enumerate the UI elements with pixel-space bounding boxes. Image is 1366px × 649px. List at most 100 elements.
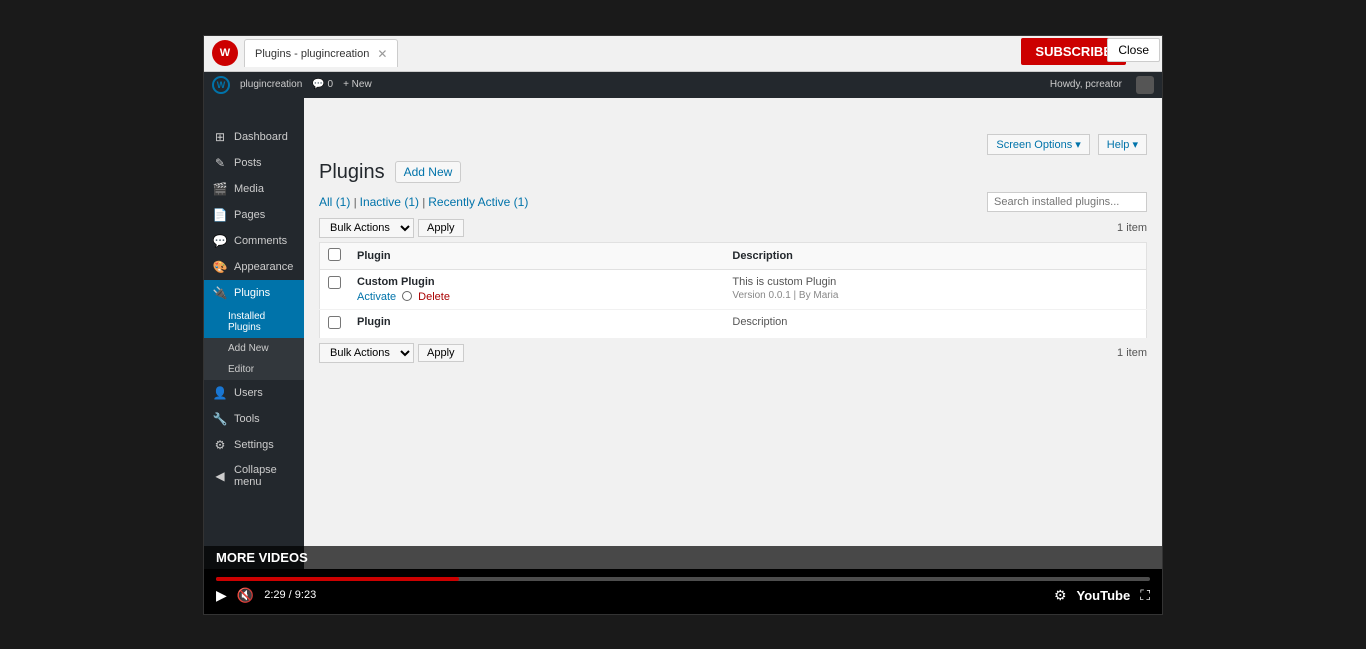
progress-bar-fill bbox=[216, 577, 459, 581]
wp-body: ⊞ Dashboard ✎ Posts 🎬 Media 📄 Pages 💬 bbox=[204, 98, 1162, 569]
page-title: Plugins bbox=[319, 161, 385, 184]
bulk-actions-select-top[interactable]: Bulk Actions bbox=[319, 218, 414, 238]
wp-comments[interactable]: 💬 0 bbox=[312, 79, 333, 90]
browser-tab-bar: W Plugins - plugincreation ✕ SUBSCRIBE C… bbox=[204, 36, 1162, 72]
row2-checkbox-cell bbox=[320, 309, 350, 338]
wp-layout: W plugincreation 💬 0 + New Howdy, pcreat… bbox=[204, 72, 1162, 569]
delete-link[interactable]: Delete bbox=[418, 291, 450, 303]
posts-icon: ✎ bbox=[212, 156, 228, 170]
sidebar-item-label: Dashboard bbox=[234, 131, 288, 143]
filter-all[interactable]: All (1) bbox=[319, 195, 354, 209]
filter-recently-active[interactable]: Recently Active (1) bbox=[428, 195, 528, 209]
sidebar-item-dashboard[interactable]: ⊞ Dashboard bbox=[204, 124, 304, 150]
plugins-header: Plugins Add New bbox=[319, 161, 1147, 184]
wp-site-name[interactable]: plugincreation bbox=[240, 79, 302, 90]
plugin-description: This is custom Plugin bbox=[732, 276, 1138, 288]
plugin2-description: Description bbox=[732, 316, 1138, 328]
submenu-editor[interactable]: Editor bbox=[204, 359, 304, 380]
browser-tab[interactable]: Plugins - plugincreation ✕ bbox=[244, 39, 398, 67]
sidebar-item-label: Comments bbox=[234, 235, 287, 247]
settings-icon: ⚙ bbox=[212, 438, 228, 452]
tab-close-icon[interactable]: ✕ bbox=[377, 47, 387, 61]
filter-inactive[interactable]: Inactive (1) bbox=[360, 195, 423, 209]
more-videos-bar: MORE VIDEOS bbox=[204, 546, 1162, 569]
sidebar-item-media[interactable]: 🎬 Media bbox=[204, 176, 304, 202]
sidebar-item-settings[interactable]: ⚙ Settings bbox=[204, 432, 304, 458]
sidebar-item-label: Posts bbox=[234, 157, 262, 169]
close-button[interactable]: Close bbox=[1107, 38, 1160, 62]
plugin-name: Custom Plugin bbox=[357, 276, 716, 288]
sidebar-item-label: Users bbox=[234, 387, 263, 399]
select-all-checkbox[interactable] bbox=[328, 248, 341, 261]
plugin-meta: Version 0.0.1 | By Maria bbox=[732, 290, 1138, 301]
apply-button-top[interactable]: Apply bbox=[418, 219, 464, 237]
row-checkbox-cell bbox=[320, 269, 350, 309]
table-row-2: Plugin Description bbox=[320, 309, 1147, 338]
progress-bar-container[interactable] bbox=[216, 577, 1150, 581]
filter-links: All (1) | Inactive (1) | Recently Active bbox=[319, 195, 528, 209]
sidebar-item-label: Pages bbox=[234, 209, 265, 221]
video-container: W Plugins - plugincreation ✕ SUBSCRIBE C… bbox=[203, 35, 1163, 615]
controls-row: ▶ 🔇 2:29 / 9:23 ⚙ YouTube ⛶ bbox=[216, 587, 1150, 604]
plugin2-name-cell: Plugin bbox=[349, 309, 724, 338]
video-controls: ▶ 🔇 2:29 / 9:23 ⚙ YouTube ⛶ bbox=[204, 569, 1162, 614]
yt-logo: W bbox=[212, 40, 238, 66]
sidebar-item-collapse[interactable]: ◀ Collapse menu bbox=[204, 458, 304, 494]
bulk-actions-select-bottom[interactable]: Bulk Actions bbox=[319, 343, 414, 363]
mute-button[interactable]: 🔇 bbox=[237, 587, 254, 604]
plugin2-name: Plugin bbox=[357, 316, 716, 328]
sidebar-item-users[interactable]: 👤 Users bbox=[204, 380, 304, 406]
plugins-submenu: Installed Plugins Add New Editor bbox=[204, 306, 304, 380]
plugins-table: Plugin Description Custom bbox=[319, 242, 1147, 339]
table-header-row: Plugin Description bbox=[320, 242, 1147, 269]
comments-icon: 💬 bbox=[212, 234, 228, 248]
plugins-page: Screen Options ▾ Help ▾ Plugins Add New … bbox=[304, 124, 1162, 569]
tab-label: Plugins - plugincreation bbox=[255, 48, 369, 60]
screen-options-button[interactable]: Screen Options ▾ bbox=[987, 134, 1089, 155]
table-header-description: Description bbox=[724, 242, 1146, 269]
cursor-indicator bbox=[402, 291, 412, 301]
plugin2-checkbox[interactable] bbox=[328, 316, 341, 329]
help-button[interactable]: Help ▾ bbox=[1098, 134, 1147, 155]
table-header-checkbox bbox=[320, 242, 350, 269]
play-button[interactable]: ▶ bbox=[216, 587, 227, 604]
screen-options-bar: Screen Options ▾ Help ▾ bbox=[319, 134, 1147, 155]
tools-icon: 🔧 bbox=[212, 412, 228, 426]
sidebar-item-comments[interactable]: 💬 Comments bbox=[204, 228, 304, 254]
submenu-installed-plugins[interactable]: Installed Plugins bbox=[204, 306, 304, 338]
table-row: Custom Plugin Activate Delete This is cu… bbox=[320, 269, 1147, 309]
wp-admin-topbar: W plugincreation 💬 0 + New Howdy, pcreat… bbox=[204, 72, 1162, 98]
submenu-add-new[interactable]: Add New bbox=[204, 338, 304, 359]
add-new-button[interactable]: Add New bbox=[395, 161, 462, 183]
plugins-icon: 🔌 bbox=[212, 286, 228, 300]
wp-howdy: Howdy, pcreator bbox=[1050, 79, 1122, 90]
pages-icon: 📄 bbox=[212, 208, 228, 222]
yt-wordmark: YouTube bbox=[1077, 588, 1131, 603]
apply-button-bottom[interactable]: Apply bbox=[418, 344, 464, 362]
sidebar-item-pages[interactable]: 📄 Pages bbox=[204, 202, 304, 228]
sidebar-item-plugins[interactable]: 🔌 Plugins bbox=[204, 280, 304, 306]
more-videos-label: MORE VIDEOS bbox=[216, 550, 308, 565]
sidebar-item-posts[interactable]: ✎ Posts bbox=[204, 150, 304, 176]
wp-logo: W bbox=[212, 76, 230, 94]
plugin-checkbox[interactable] bbox=[328, 276, 341, 289]
bulk-actions-bar-top: Bulk Actions Apply 1 item bbox=[319, 218, 1147, 238]
wp-add-new[interactable]: + New bbox=[343, 79, 372, 90]
bulk-actions-left-top: Bulk Actions Apply bbox=[319, 218, 464, 238]
sidebar-item-label: Plugins bbox=[234, 287, 270, 299]
controls-right: ⚙ YouTube ⛶ bbox=[1054, 587, 1150, 604]
plugin-description-cell: This is custom Plugin Version 0.0.1 | By… bbox=[724, 269, 1146, 309]
table-header-plugin: Plugin bbox=[349, 242, 724, 269]
plugin2-desc-cell: Description bbox=[724, 309, 1146, 338]
plugin-actions: Activate Delete bbox=[357, 291, 716, 303]
wp-main-content: Screen Options ▾ Help ▾ Plugins Add New … bbox=[304, 98, 1162, 569]
users-icon: 👤 bbox=[212, 386, 228, 400]
activate-link[interactable]: Activate bbox=[357, 291, 396, 303]
sidebar-item-tools[interactable]: 🔧 Tools bbox=[204, 406, 304, 432]
search-input[interactable] bbox=[987, 192, 1147, 212]
settings-button[interactable]: ⚙ bbox=[1054, 587, 1067, 604]
sidebar-item-appearance[interactable]: 🎨 Appearance bbox=[204, 254, 304, 280]
collapse-icon: ◀ bbox=[212, 469, 228, 483]
fullscreen-button[interactable]: ⛶ bbox=[1140, 587, 1150, 604]
bulk-actions-bar-bottom: Bulk Actions Apply 1 item bbox=[319, 343, 1147, 363]
